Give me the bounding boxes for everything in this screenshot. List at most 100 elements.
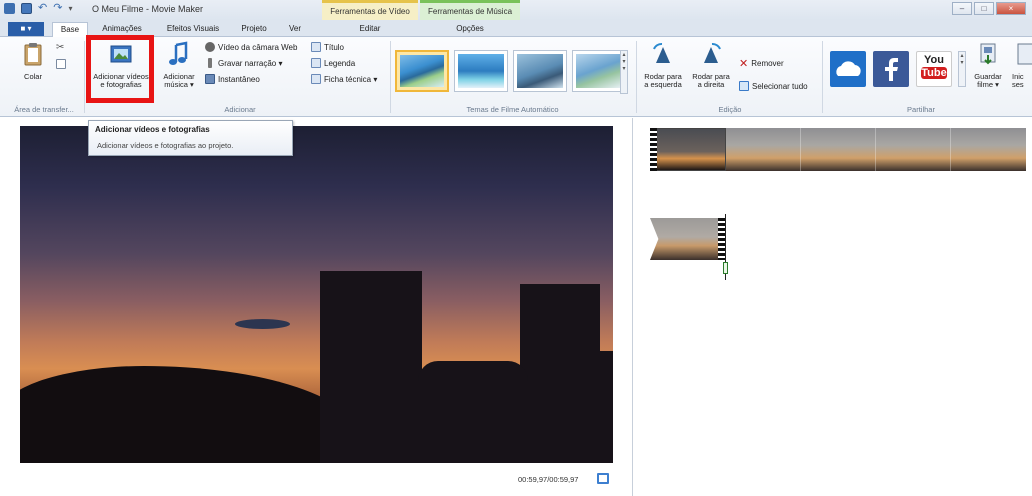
caption-button[interactable]: Legenda (311, 58, 355, 68)
quick-access-toolbar: ↶ ↷ ▾ (4, 3, 72, 14)
clipboard-group-label: Área de transfer... (14, 105, 74, 114)
themes-group-label: Temas de Filme Automático (466, 105, 559, 114)
facebook-button[interactable] (873, 51, 909, 87)
save-icon[interactable] (21, 3, 32, 14)
clip-frame (875, 128, 950, 171)
scissors-icon: ✂ (56, 42, 65, 53)
record-narration-button[interactable]: Gravar narração ▾ (205, 58, 282, 68)
undo-icon[interactable]: ↶ (38, 3, 47, 14)
copy-button[interactable] (56, 59, 66, 69)
remove-button[interactable]: ✕ Remover (739, 57, 784, 70)
theme-item[interactable] (572, 50, 626, 92)
remove-label: Remover (751, 59, 784, 68)
tab-visual-effects[interactable]: Efeitos Visuais (158, 22, 228, 37)
remove-icon: ✕ (739, 58, 749, 70)
customize-qat-icon[interactable]: ▾ (68, 4, 72, 13)
separator (822, 41, 823, 113)
cut-button[interactable]: ✂ (56, 43, 66, 53)
webcam-label: Vídeo da câmara Web (218, 42, 298, 52)
copy-icon (56, 59, 66, 69)
credits-label: Ficha técnica ▾ (324, 74, 378, 84)
building-shape (580, 351, 613, 463)
caption-label: Legenda (324, 58, 356, 68)
rotate-right-label-2: a direita (697, 80, 725, 89)
highlight-box (86, 35, 154, 103)
minimize-button[interactable]: – (952, 2, 972, 15)
film-sprocket (650, 128, 657, 171)
rotate-left-button[interactable]: Rodar para a esquerda (640, 41, 686, 90)
fullscreen-icon[interactable] (597, 473, 609, 484)
clip-frame (800, 128, 875, 171)
ribbon: Colar ✂ Área de transfer... Adicionar ví… (0, 37, 1032, 117)
music-note-icon (169, 41, 188, 65)
maximize-button[interactable]: □ (974, 2, 994, 15)
separator (84, 41, 85, 113)
timeline-clip-continued[interactable] (650, 218, 720, 260)
separator (636, 41, 637, 113)
snapshot-button[interactable]: Instantâneo (205, 74, 260, 84)
video-preview[interactable] (20, 126, 613, 463)
select-all-label: Selecionar tudo (752, 81, 808, 91)
playback-time: 00:59,97/00:59,97 (518, 475, 579, 484)
tab-edit[interactable]: Editar (340, 22, 400, 37)
clip-frame (950, 128, 1025, 171)
selected-clip-frame[interactable] (656, 128, 726, 171)
theme-item[interactable] (454, 50, 508, 92)
file-menu-button[interactable]: ■ ▾ (8, 22, 44, 36)
rotate-right-icon (704, 43, 721, 63)
movie-maker-icon[interactable] (4, 3, 15, 14)
tooltip-title: Adicionar vídeos e fotografias (95, 125, 210, 134)
add-group-label: Adicionar (224, 105, 256, 114)
narration-label: Gravar narração ▾ (218, 58, 283, 68)
credits-button[interactable]: Ficha técnica ▾ (311, 74, 377, 84)
context-video-tools: Ferramentas de Vídeo (322, 0, 418, 20)
clipboard-icon (24, 43, 42, 66)
trees-shape (418, 361, 528, 463)
sign-in-button[interactable]: Inic ses (1012, 41, 1032, 90)
themes-more-button[interactable]: ▴ ▾ ▾ (620, 50, 628, 94)
tab-base[interactable]: Base (52, 22, 88, 37)
pane-divider[interactable] (632, 118, 633, 496)
snapshot-icon (205, 74, 215, 84)
select-all-button[interactable]: Selecionar tudo (739, 81, 808, 91)
playhead-handle[interactable] (723, 262, 728, 274)
editing-group-label: Edição (718, 105, 742, 114)
theme-item[interactable] (395, 50, 449, 92)
webcam-icon (205, 42, 215, 52)
separator (390, 41, 391, 113)
facebook-icon (885, 58, 898, 81)
window-controls: – □ × (952, 2, 1026, 15)
rotate-right-button[interactable]: Rodar para a direita (688, 41, 734, 90)
save-movie-button[interactable]: Guardar filme ▾ (970, 41, 1006, 90)
tooltip-body: Adicionar vídeos e fotografias ao projet… (97, 141, 234, 150)
building-shape (320, 271, 422, 463)
context-music-tools: Ferramentas de Música (420, 0, 520, 20)
tooltip: Adicionar vídeos e fotografias Adicionar… (88, 120, 293, 156)
add-music-button[interactable]: Adicionar música ▾ (156, 41, 202, 90)
sign-in-icon (1017, 43, 1032, 65)
close-button[interactable]: × (996, 2, 1026, 15)
title-button[interactable]: Título (311, 42, 344, 52)
share-more-button[interactable]: ▴ ▾ (958, 51, 966, 87)
hill-shape (20, 366, 360, 463)
youtube-you-label: You (924, 54, 944, 66)
title-label: Título (324, 42, 345, 52)
cloud-shape (235, 319, 290, 329)
youtube-button[interactable]: You Tube (916, 51, 952, 87)
onedrive-button[interactable] (830, 51, 866, 87)
title-bar: ↶ ↷ ▾ O Meu Filme - Movie Maker Ferramen… (0, 0, 1032, 20)
webcam-video-button[interactable]: Vídeo da câmara Web (205, 42, 297, 52)
redo-icon[interactable]: ↷ (53, 3, 62, 14)
tab-options[interactable]: Opções (440, 22, 500, 37)
save-movie-icon (980, 43, 996, 65)
clip-frame (725, 128, 800, 171)
share-group-label: Partilhar (907, 105, 935, 114)
theme-item[interactable] (513, 50, 567, 92)
youtube-tube-label: Tube (921, 67, 947, 79)
paste-button[interactable]: Colar (18, 41, 48, 81)
tab-view[interactable]: Ver (280, 22, 310, 37)
auto-movie-themes (395, 50, 626, 92)
tab-project[interactable]: Projeto (234, 22, 274, 37)
select-all-icon (739, 81, 749, 91)
window-title: O Meu Filme - Movie Maker (92, 4, 204, 14)
